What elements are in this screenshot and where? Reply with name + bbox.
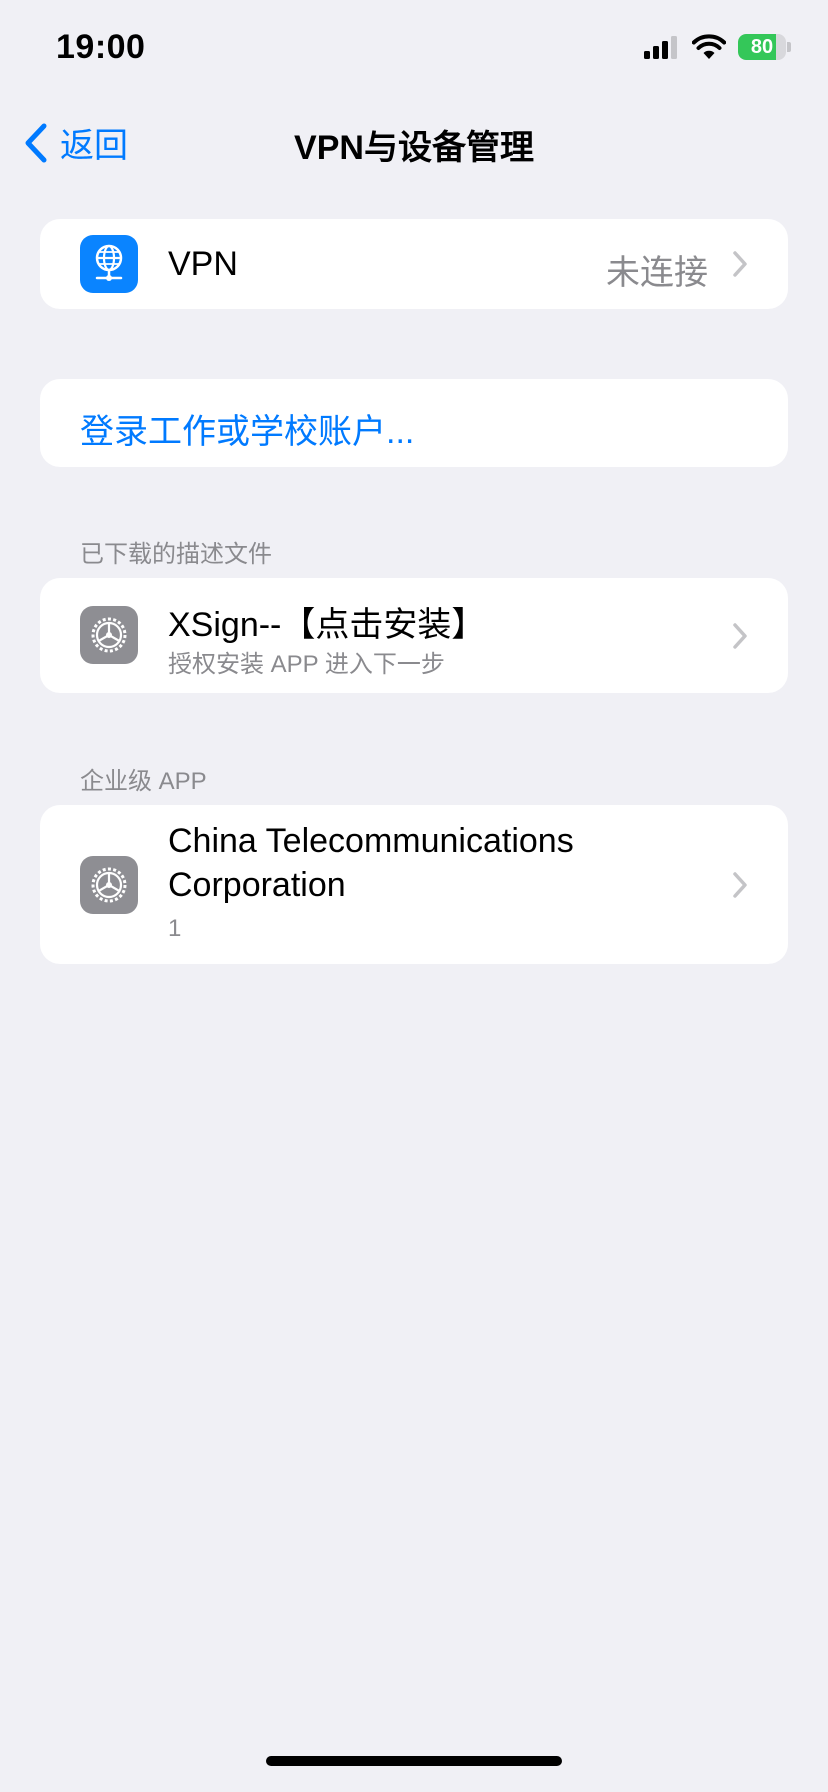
profiles-card: XSign--【点击安装】 授权安装 APP 进入下一步 [40,578,788,693]
status-icons: 80 [644,34,791,60]
settings-gear-icon [80,856,138,914]
settings-gear-icon [80,606,138,664]
vpn-status: 未连接 [606,254,708,292]
cellular-signal-icon [644,36,677,59]
battery-percent: 80 [750,36,774,58]
vpn-card: VPN 未连接 [40,219,788,309]
wifi-icon [692,34,726,59]
globe-network-icon [80,235,138,293]
section-header-profiles: 已下载的描述文件 [80,541,272,568]
page-title: VPN与设备管理 [294,129,534,167]
chevron-right-icon [733,623,747,649]
login-work-school-account-button[interactable]: 登录工作或学校账户... [40,379,788,467]
enterprise-card: China Telecommunications Corporation 1 [40,805,788,964]
status-bar: 19:00 80 [0,0,828,100]
login-card: 登录工作或学校账户... [40,379,788,467]
enterprise-subtitle: 1 [168,915,182,942]
status-time: 19:00 [56,28,146,66]
vpn-row[interactable]: VPN 未连接 [40,219,788,309]
enterprise-title: China Telecommunications Corporation [168,822,574,904]
navigation-bar: 返回 VPN与设备管理 [0,100,828,180]
chevron-right-icon [733,251,747,277]
battery-indicator: 80 [738,34,791,60]
login-label: 登录工作或学校账户... [80,413,415,451]
profile-title: XSign--【点击安装】 [168,606,486,644]
profile-row[interactable]: XSign--【点击安装】 授权安装 APP 进入下一步 [40,578,788,693]
vpn-label: VPN [168,245,238,283]
section-header-enterprise: 企业级 APP [80,768,207,795]
enterprise-row[interactable]: China Telecommunications Corporation 1 [40,805,788,964]
profile-subtitle: 授权安装 APP 进入下一步 [168,651,445,678]
chevron-right-icon [733,872,747,898]
home-indicator [266,1756,562,1766]
